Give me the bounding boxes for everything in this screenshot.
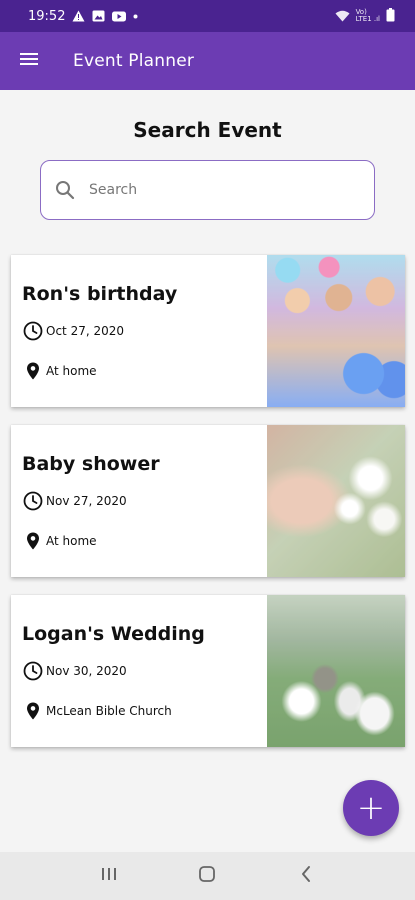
back-icon bbox=[300, 865, 312, 887]
warning-icon bbox=[72, 10, 85, 22]
page-title: Search Event bbox=[133, 118, 282, 142]
search-input[interactable] bbox=[89, 182, 329, 198]
event-card[interactable]: Baby shower Nov 27, 2020 At home bbox=[11, 425, 405, 577]
event-card-body: Baby shower Nov 27, 2020 At home bbox=[11, 425, 267, 577]
status-time: 19:52 bbox=[28, 8, 66, 24]
network-label-bottom: LTE1 .ıl bbox=[355, 15, 380, 23]
recent-apps-button[interactable] bbox=[89, 856, 129, 896]
notification-dot-icon bbox=[133, 14, 138, 19]
event-name: Logan's Wedding bbox=[22, 623, 205, 645]
search-box[interactable] bbox=[40, 160, 375, 220]
home-icon bbox=[198, 865, 216, 887]
event-date-row: Nov 30, 2020 bbox=[23, 661, 127, 681]
status-left: 19:52 bbox=[28, 9, 138, 24]
add-event-button[interactable]: + bbox=[343, 780, 399, 836]
app-bar: Event Planner bbox=[0, 32, 415, 90]
event-location: McLean Bible Church bbox=[46, 704, 172, 718]
event-date-row: Oct 27, 2020 bbox=[23, 321, 124, 341]
hamburger-menu-icon bbox=[19, 51, 39, 71]
app-title: Event Planner bbox=[73, 51, 195, 71]
event-name: Ron's birthday bbox=[22, 283, 178, 305]
battery-icon bbox=[386, 7, 395, 26]
event-location-row: At home bbox=[23, 531, 97, 551]
event-photo bbox=[267, 255, 405, 407]
event-location-row: At home bbox=[23, 361, 97, 381]
recent-apps-icon bbox=[100, 866, 118, 886]
system-nav-bar bbox=[0, 852, 415, 900]
event-location: At home bbox=[46, 534, 97, 548]
gallery-icon bbox=[92, 10, 105, 22]
event-card[interactable]: Ron's birthday Oct 27, 2020 At home bbox=[11, 255, 405, 407]
search-icon bbox=[55, 180, 75, 200]
status-bar: 19:52 Vo) LTE1 .ıl bbox=[0, 0, 415, 32]
back-button[interactable] bbox=[286, 856, 326, 896]
event-card[interactable]: Logan's Wedding Nov 30, 2020 McLean Bibl… bbox=[11, 595, 405, 747]
clock-icon bbox=[23, 491, 43, 511]
network-label: Vo) LTE1 .ıl bbox=[356, 9, 380, 23]
event-location-row: McLean Bible Church bbox=[23, 701, 172, 721]
menu-button[interactable] bbox=[0, 32, 58, 90]
wifi-icon bbox=[335, 7, 350, 26]
event-date: Oct 27, 2020 bbox=[46, 324, 124, 338]
home-button[interactable] bbox=[187, 856, 227, 896]
event-date: Nov 27, 2020 bbox=[46, 494, 127, 508]
event-card-body: Logan's Wedding Nov 30, 2020 McLean Bibl… bbox=[11, 595, 267, 747]
status-right: Vo) LTE1 .ıl bbox=[335, 7, 395, 26]
location-pin-icon bbox=[23, 531, 43, 551]
event-card-body: Ron's birthday Oct 27, 2020 At home bbox=[11, 255, 267, 407]
event-location: At home bbox=[46, 364, 97, 378]
location-pin-icon bbox=[23, 361, 43, 381]
event-date: Nov 30, 2020 bbox=[46, 664, 127, 678]
youtube-icon bbox=[112, 11, 127, 22]
clock-icon bbox=[23, 321, 43, 341]
plus-icon: + bbox=[356, 788, 386, 828]
event-date-row: Nov 27, 2020 bbox=[23, 491, 127, 511]
event-photo bbox=[267, 425, 405, 577]
clock-icon bbox=[23, 661, 43, 681]
location-pin-icon bbox=[23, 701, 43, 721]
event-name: Baby shower bbox=[22, 453, 160, 475]
event-photo bbox=[267, 595, 405, 747]
